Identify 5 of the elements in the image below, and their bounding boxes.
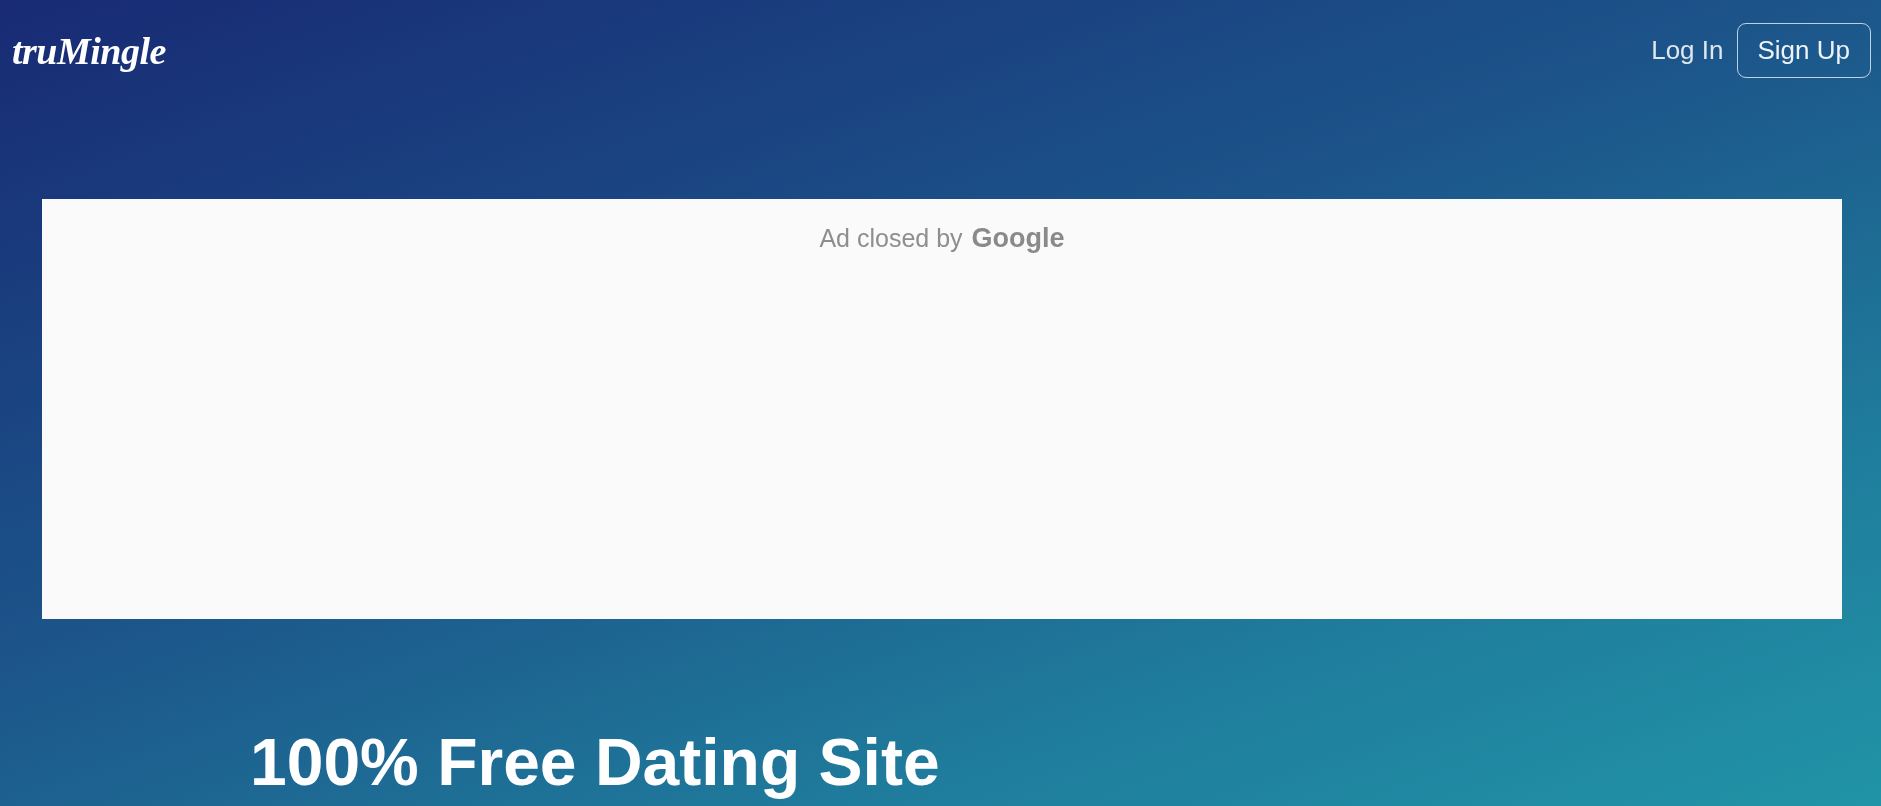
brand-name: Google — [971, 224, 1065, 254]
ad-closed-notice: Ad closed by — [819, 225, 963, 253]
log-in-link[interactable]: Log In — [1651, 34, 1724, 67]
site-logo[interactable]: truMingle — [12, 31, 166, 70]
sign-up-button[interactable]: Sign Up — [1736, 23, 1871, 78]
